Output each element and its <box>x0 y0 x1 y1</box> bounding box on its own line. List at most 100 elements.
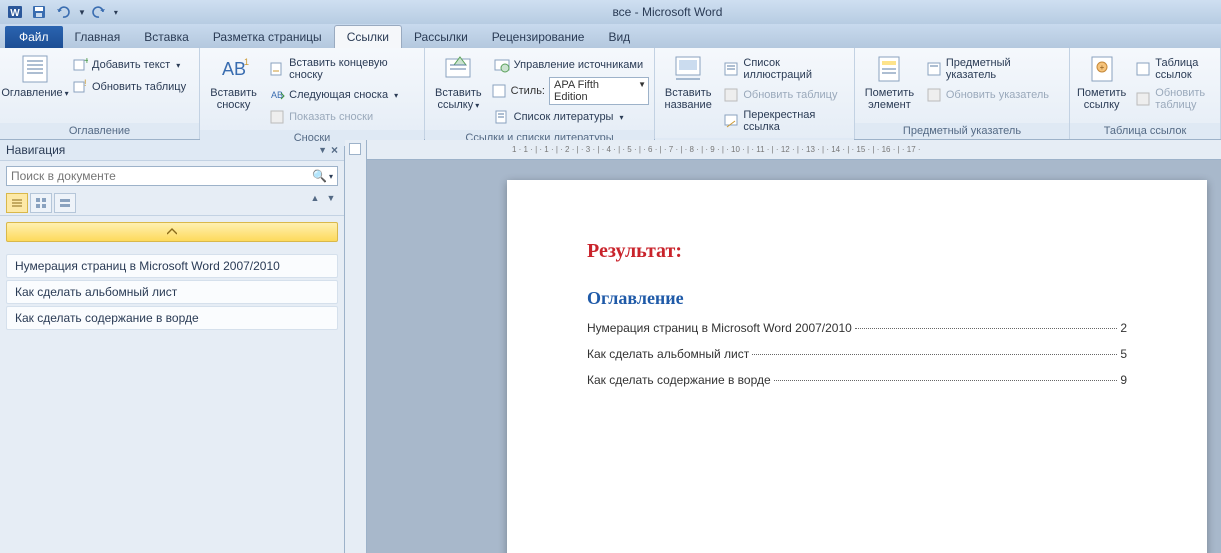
tab-review[interactable]: Рецензирование <box>480 26 597 48</box>
tab-home[interactable]: Главная <box>63 26 133 48</box>
nav-search[interactable]: 🔍 ▾ <box>6 166 338 186</box>
ribbon: Оглавление▾ + Добавить текст▾ ! Обновить… <box>0 48 1221 140</box>
document-area: 1 · 1 · | · 1 · | · 2 · | · 3 · | · 4 · … <box>345 140 1221 553</box>
nav-item[interactable]: Как сделать альбомный лист <box>6 280 338 304</box>
word-app-icon[interactable]: W <box>4 2 26 22</box>
update-figures-icon <box>723 87 739 103</box>
window-title: все - Microsoft Word <box>118 5 1217 19</box>
toc-entry-page: 9 <box>1120 373 1127 387</box>
collapse-icon <box>167 228 177 236</box>
mark-citation-button[interactable]: + Пометить ссылку <box>1075 51 1128 113</box>
update-index-icon <box>926 87 942 103</box>
toc-entry-text: Как сделать содержание в ворде <box>587 373 771 387</box>
add-text-button[interactable]: + Добавить текст▾ <box>69 55 189 75</box>
bibliography-icon <box>494 109 510 125</box>
manage-sources-button[interactable]: Управление источниками <box>491 55 649 75</box>
next-footnote-icon: AB <box>269 87 285 103</box>
figures-list-button[interactable]: Список иллюстраций <box>720 55 849 83</box>
tab-view[interactable]: Вид <box>596 26 642 48</box>
crossref-icon <box>723 113 739 129</box>
group-label: Оглавление <box>0 123 199 139</box>
nav-tab-pages[interactable] <box>30 193 52 213</box>
mark-citation-icon: + <box>1086 53 1118 85</box>
file-tab[interactable]: Файл <box>5 26 63 48</box>
group-toc: Оглавление▾ + Добавить текст▾ ! Обновить… <box>0 48 200 139</box>
mark-entry-icon <box>873 53 905 85</box>
search-input[interactable] <box>11 169 312 183</box>
toc-button[interactable]: Оглавление▾ <box>5 51 65 101</box>
citation-style-select[interactable]: Стиль: APA Fifth Edition▼ <box>491 77 649 105</box>
update-authorities-icon <box>1135 91 1151 107</box>
caption-icon <box>672 53 704 85</box>
toc-label: Оглавление <box>1 87 62 99</box>
nav-tab-headings[interactable] <box>6 193 28 213</box>
insert-citation-button[interactable]: Вставить ссылку▾ <box>430 51 487 113</box>
toc-leader <box>774 380 1118 381</box>
toc-entry-page: 2 <box>1120 321 1127 335</box>
style-icon <box>491 83 507 99</box>
tab-mailings[interactable]: Рассылки <box>402 26 480 48</box>
update-toc-button[interactable]: ! Обновить таблицу <box>69 77 189 97</box>
nav-next-icon[interactable]: ▼ <box>324 193 338 213</box>
svg-text:+: + <box>1099 63 1104 72</box>
redo-icon[interactable] <box>88 2 110 22</box>
toc-entry[interactable]: Нумерация страниц в Microsoft Word 2007/… <box>587 321 1127 335</box>
figures-icon <box>723 61 739 77</box>
bibliography-button[interactable]: Список литературы▾ <box>491 107 649 127</box>
quick-access-toolbar: W ▼ ▾ <box>4 2 118 22</box>
update-index-button: Обновить указатель <box>923 85 1064 105</box>
insert-endnote-button[interactable]: Вставить концевую сноску <box>266 55 419 83</box>
insert-authorities-button[interactable]: Таблица ссылок <box>1132 55 1215 83</box>
tab-references[interactable]: Ссылки <box>334 25 402 48</box>
tab-selector-icon[interactable] <box>349 143 361 155</box>
group-citations: Вставить ссылку▾ Управление источниками … <box>425 48 655 139</box>
manage-sources-icon <box>494 57 510 73</box>
toc-entry-page: 5 <box>1120 347 1127 361</box>
group-label: Предметный указатель <box>855 123 1069 139</box>
show-footnotes-button: Показать сноски <box>266 107 419 127</box>
navigation-pane: Навигация ▼ × 🔍 ▾ ▲ ▼ Нумерация с <box>0 140 345 553</box>
insert-index-button[interactable]: Предметный указатель <box>923 55 1064 83</box>
svg-text:+: + <box>84 57 88 67</box>
toc-leader <box>855 328 1117 329</box>
workspace: Навигация ▼ × 🔍 ▾ ▲ ▼ Нумерация с <box>0 140 1221 553</box>
group-label: Таблица ссылок <box>1070 123 1220 139</box>
save-icon[interactable] <box>28 2 50 22</box>
search-dropdown-icon[interactable]: ▾ <box>329 172 333 181</box>
nav-tab-results[interactable] <box>54 193 76 213</box>
tab-page-layout[interactable]: Разметка страницы <box>201 26 334 48</box>
nav-dropdown-icon[interactable]: ▼ <box>318 145 327 155</box>
svg-text:AB: AB <box>222 59 246 79</box>
endnote-icon <box>269 61 285 77</box>
search-icon[interactable]: 🔍 <box>312 169 327 183</box>
toc-entry[interactable]: Как сделать альбомный лист 5 <box>587 347 1127 361</box>
undo-icon[interactable] <box>52 2 74 22</box>
toc-leader <box>752 354 1117 355</box>
horizontal-ruler[interactable]: 1 · 1 · | · 1 · | · 2 · | · 3 · | · 4 · … <box>367 140 1221 160</box>
nav-list: Нумерация страниц в Microsoft Word 2007/… <box>0 216 344 336</box>
svg-text:1: 1 <box>244 57 249 67</box>
nav-top-marker[interactable] <box>6 222 338 242</box>
footnote-icon: AB1 <box>218 53 250 85</box>
title-bar: W ▼ ▾ все - Microsoft Word <box>0 0 1221 24</box>
index-icon <box>926 61 942 77</box>
update-toc-icon: ! <box>72 79 88 95</box>
undo-dropdown-icon[interactable]: ▼ <box>78 8 86 17</box>
nav-prev-icon[interactable]: ▲ <box>308 193 322 213</box>
document-page[interactable]: Результат: Оглавление Нумерация страниц … <box>507 180 1207 553</box>
insert-footnote-button[interactable]: AB1 Вставить сноску <box>205 51 262 113</box>
tab-insert[interactable]: Вставка <box>132 26 201 48</box>
result-heading: Результат: <box>587 240 1127 263</box>
toc-entry[interactable]: Как сделать содержание в ворде 9 <box>587 373 1127 387</box>
update-authorities-button: Обновить таблицу <box>1132 85 1215 113</box>
nav-item[interactable]: Как сделать содержание в ворде <box>6 306 338 330</box>
vertical-ruler[interactable] <box>345 140 367 553</box>
mark-entry-button[interactable]: Пометить элемент <box>860 51 919 113</box>
group-index: Пометить элемент Предметный указатель Об… <box>855 48 1070 139</box>
cross-reference-button[interactable]: Перекрестная ссылка <box>720 107 849 135</box>
toc-icon <box>19 53 51 85</box>
insert-caption-button[interactable]: Вставить название <box>660 51 716 113</box>
nav-item[interactable]: Нумерация страниц в Microsoft Word 2007/… <box>6 254 338 278</box>
next-footnote-button[interactable]: AB Следующая сноска▾ <box>266 85 419 105</box>
svg-text:W: W <box>10 8 20 19</box>
